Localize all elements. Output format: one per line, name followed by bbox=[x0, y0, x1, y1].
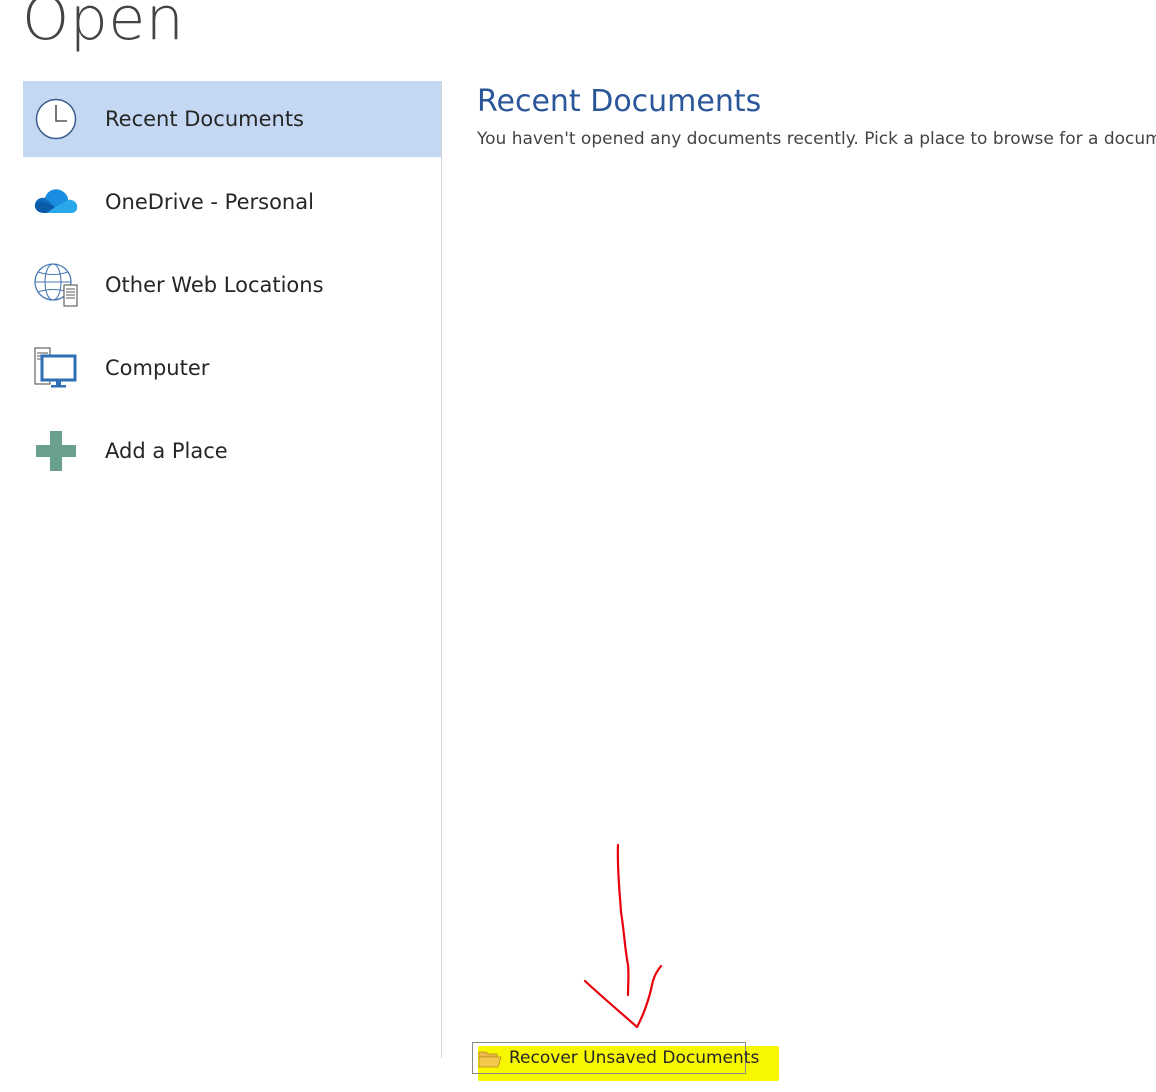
place-item-onedrive-personal[interactable]: OneDrive - Personal bbox=[23, 164, 441, 240]
place-label-recent-documents: Recent Documents bbox=[105, 107, 304, 131]
globe-server-icon bbox=[32, 261, 80, 309]
place-label-onedrive-personal: OneDrive - Personal bbox=[105, 190, 314, 214]
plus-icon bbox=[32, 427, 80, 475]
place-item-other-web-locations[interactable]: Other Web Locations bbox=[23, 247, 441, 323]
onedrive-cloud-icon bbox=[32, 178, 80, 226]
place-item-computer[interactable]: Computer bbox=[23, 330, 441, 406]
empty-state-message: You haven't opened any documents recentl… bbox=[477, 129, 1156, 149]
place-label-other-web-locations: Other Web Locations bbox=[105, 273, 324, 297]
folder-open-icon bbox=[478, 1049, 502, 1069]
place-label-computer: Computer bbox=[105, 356, 210, 380]
panel-divider bbox=[441, 81, 442, 1058]
page-title: Open bbox=[22, 0, 185, 54]
computer-icon bbox=[32, 344, 80, 392]
recover-unsaved-documents-button[interactable]: Recover Unsaved Documents bbox=[472, 1042, 759, 1074]
place-label-add-a-place: Add a Place bbox=[105, 439, 228, 463]
main-heading: Recent Documents bbox=[477, 84, 762, 119]
place-item-add-a-place[interactable]: Add a Place bbox=[23, 413, 441, 489]
recover-unsaved-documents-label: Recover Unsaved Documents bbox=[509, 1048, 760, 1068]
clock-icon bbox=[32, 95, 80, 143]
place-item-recent-documents[interactable]: Recent Documents bbox=[23, 81, 441, 157]
places-list: Recent Documents OneDrive - Personal Oth… bbox=[23, 81, 441, 496]
